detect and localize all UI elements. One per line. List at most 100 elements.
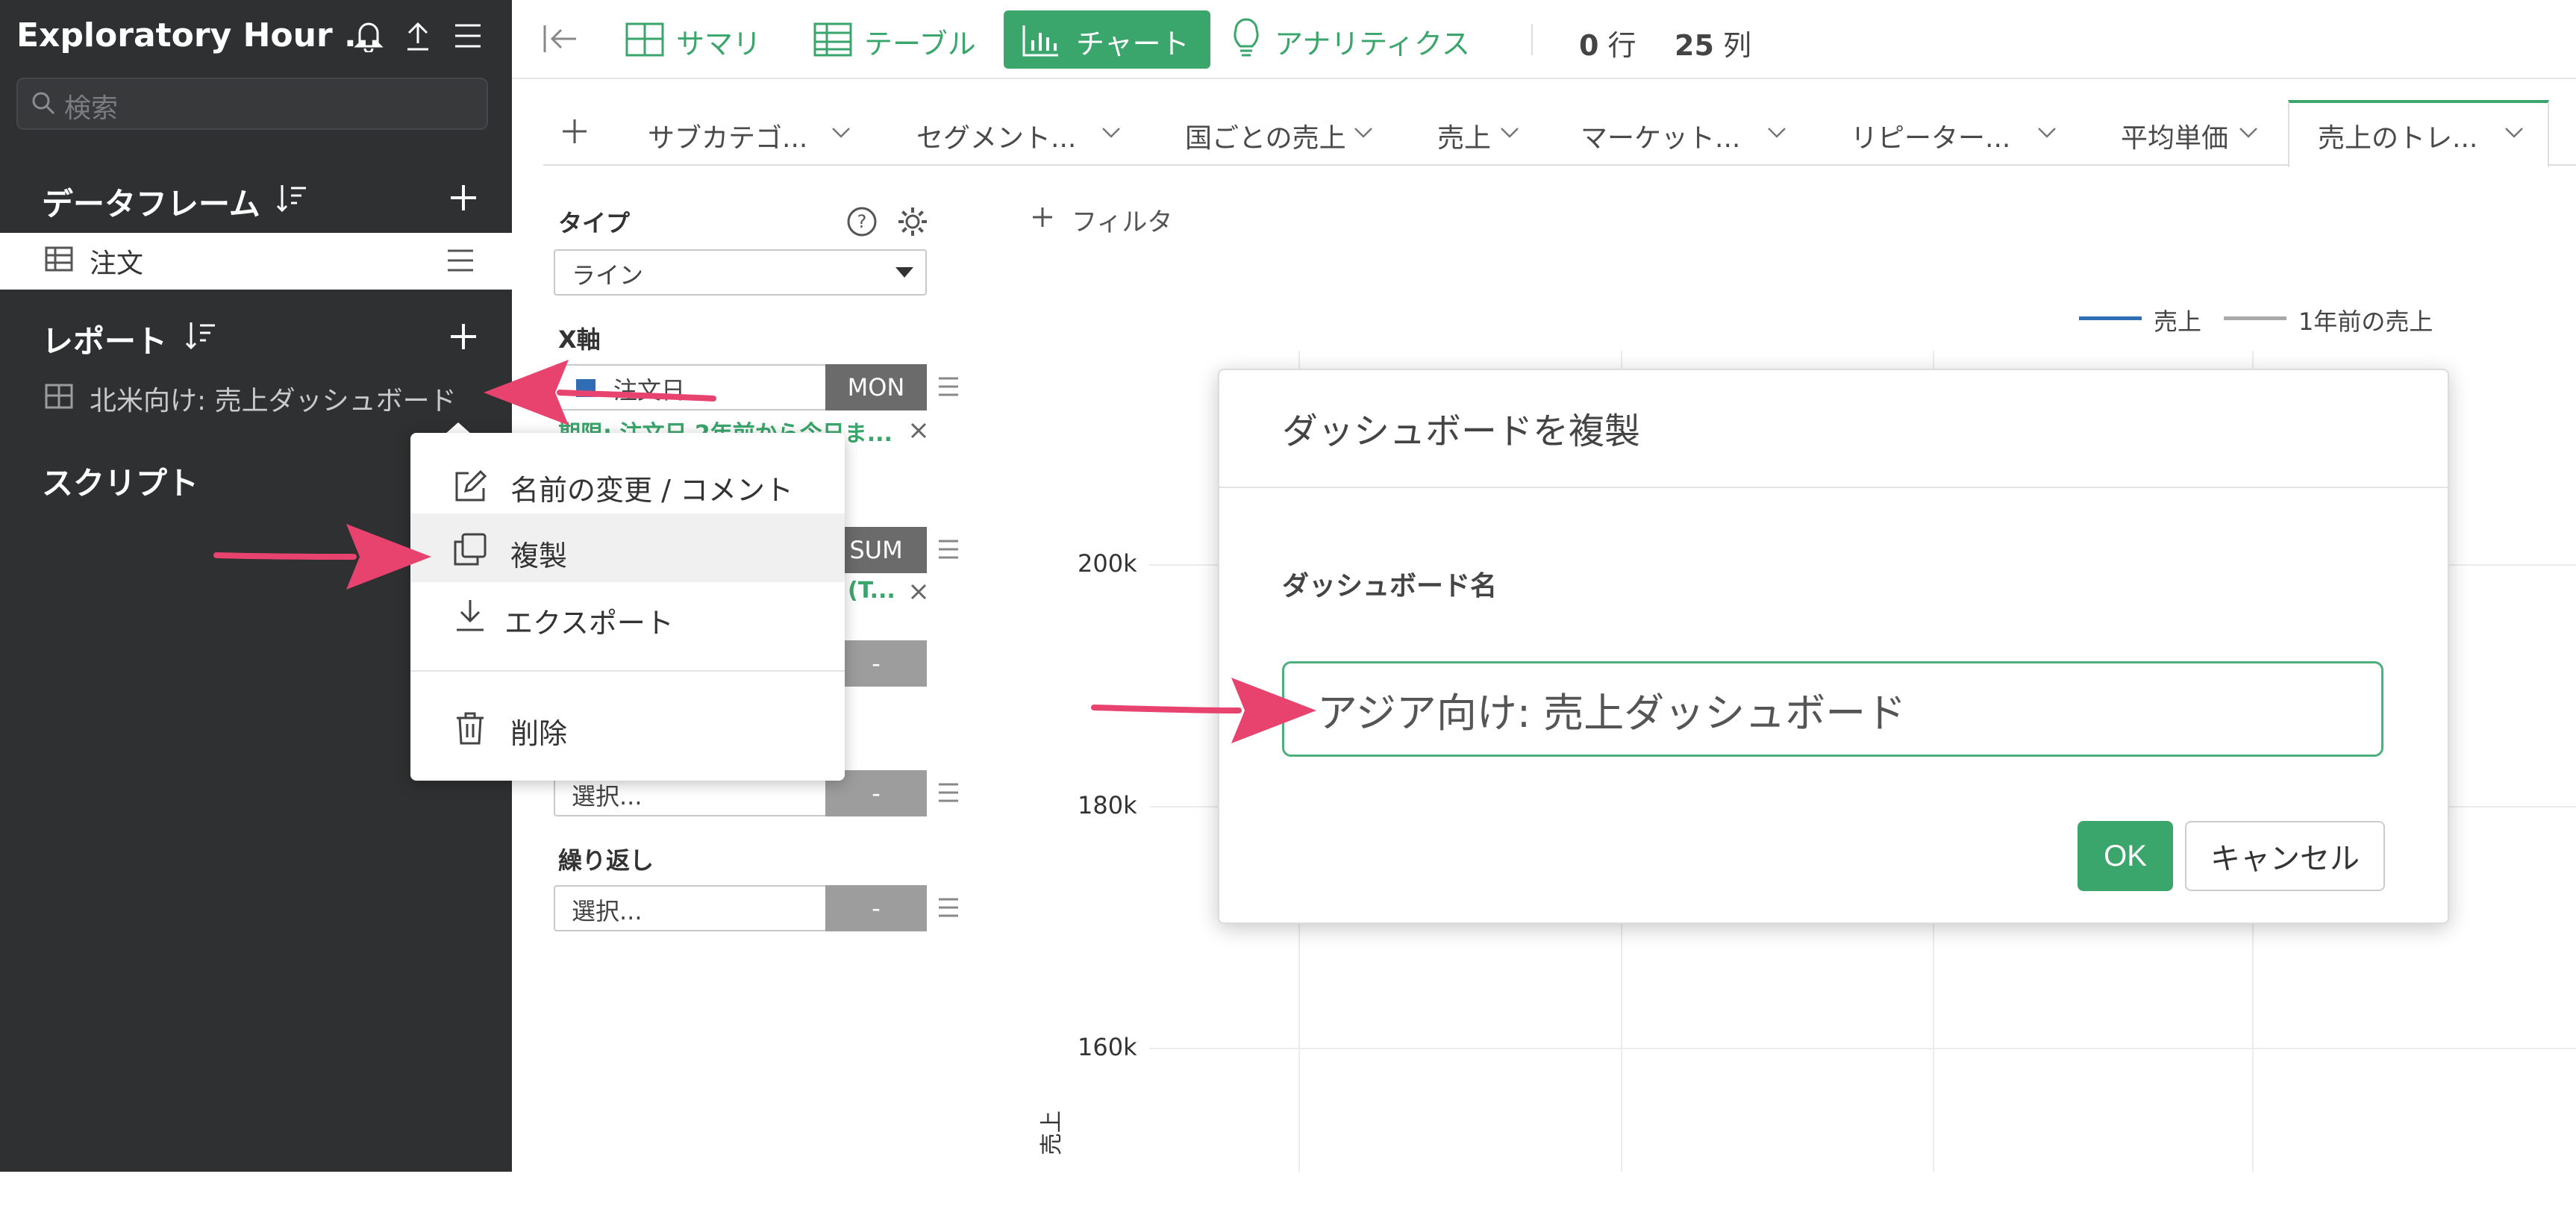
search-icon (30, 90, 57, 116)
arrow-annotation (478, 351, 716, 433)
row-count-unit: 行 (1607, 29, 1636, 62)
legend-label-prev-year: 1年前の売上 (2298, 307, 2433, 336)
drag-handle-icon[interactable] (937, 897, 960, 918)
type-label: タイプ (558, 209, 631, 237)
color-select-value: 選択... (572, 782, 643, 810)
dashboard-icon (45, 384, 73, 409)
table-icon (45, 246, 73, 272)
download-icon (452, 597, 488, 633)
app-title: Exploratory Hour ... (16, 16, 382, 54)
arrow-annotation (212, 515, 436, 597)
chart-icon (1022, 24, 1060, 57)
sort-icon[interactable] (184, 319, 218, 352)
chart-tab-avg-price[interactable]: 平均単価 (2121, 116, 2228, 155)
menu-divider (410, 670, 845, 672)
close-icon[interactable] (910, 422, 927, 439)
tab-table[interactable]: テーブル (864, 21, 976, 62)
context-menu: 名前の変更 / コメント 複製 エクスポート 削除 (410, 433, 845, 781)
tab-summary[interactable]: サマリ (676, 21, 761, 62)
chart-tab-subcategory[interactable]: サブカテゴ... (648, 116, 807, 155)
dialog-header-divider (1219, 487, 2448, 488)
grid-line (1149, 1048, 2576, 1049)
upload-icon[interactable] (403, 19, 433, 52)
chevron-down-icon[interactable] (831, 127, 851, 139)
bell-icon[interactable] (354, 19, 384, 52)
search-input[interactable]: 検索 (64, 87, 118, 125)
chart-tab-segment[interactable]: セグメント... (916, 116, 1076, 155)
edit-icon (452, 469, 488, 505)
close-icon[interactable] (910, 584, 927, 600)
column-count-value: 25 (1675, 29, 1714, 62)
script-section-title: スクリプト (42, 465, 199, 502)
y-tick-label: 200k (1078, 549, 1137, 578)
dataframe-item-label: 注文 (90, 249, 144, 279)
chevron-down-icon[interactable] (1767, 127, 1786, 139)
drag-handle-icon[interactable] (937, 539, 960, 560)
report-item-label: 北米向け: 売上ダッシュボード (90, 386, 457, 416)
dialog-title: ダッシュボードを複製 (1282, 410, 1641, 452)
chevron-down-icon[interactable] (2037, 127, 2057, 139)
chart-tab-country-sales[interactable]: 国ごとの売上 (1185, 116, 1346, 155)
arrow-annotation (1090, 669, 1321, 751)
row-count: 0 行 (1579, 22, 1636, 63)
collapse-sidebar-icon[interactable] (542, 22, 579, 55)
x-axis-unit-button[interactable]: MON (825, 364, 927, 410)
help-icon[interactable]: ? (846, 206, 878, 237)
chart-tab-sales-trend-label: 売上のトレ... (2318, 123, 2478, 154)
chart-type-value: ライン (572, 261, 644, 290)
legend-line-sales (2079, 316, 2142, 320)
chart-tab-sales[interactable]: 売上 (1437, 116, 1491, 155)
sort-icon[interactable] (275, 182, 309, 215)
y-axis-partial-text: (T... (848, 578, 895, 604)
menu-item-duplicate-label: 複製 (510, 540, 568, 572)
menu-item-export-label: エクスポート (504, 607, 674, 640)
hamburger-menu-icon[interactable] (454, 22, 482, 49)
y-tick-label: 180k (1078, 791, 1137, 819)
duplicate-icon (452, 531, 488, 567)
caret-down-icon (895, 267, 913, 278)
lightbulb-icon (1231, 18, 1261, 60)
add-chart-icon[interactable] (561, 118, 588, 145)
column-count: 25 列 (1675, 22, 1751, 63)
chevron-down-icon[interactable] (2239, 127, 2258, 139)
repeat-label: 繰り返し (558, 846, 654, 875)
legend-line-prev-year (2224, 316, 2286, 320)
tab-chart-label: チャート (1076, 28, 1189, 60)
column-count-unit: 列 (1722, 29, 1751, 62)
add-dataframe-icon[interactable] (448, 182, 479, 213)
chart-tab-repeater[interactable]: リピーター... (1851, 116, 2010, 155)
add-filter-icon[interactable] (1031, 206, 1054, 228)
chevron-down-icon[interactable] (2504, 127, 2524, 139)
dashboard-name-label: ダッシュボード名 (1282, 571, 1498, 602)
chevron-down-icon[interactable] (1101, 127, 1121, 139)
add-report-icon[interactable] (448, 321, 479, 352)
report-section-title: レポート (42, 323, 168, 360)
svg-text:?: ? (857, 211, 867, 232)
dataframe-item-menu-icon[interactable] (446, 248, 475, 273)
duplicate-dashboard-dialog: ダッシュボードを複製 ダッシュボード名 OK キャンセル (1218, 369, 2449, 924)
chevron-down-icon[interactable] (1500, 127, 1519, 139)
row-count-value: 0 (1579, 29, 1599, 62)
dataframe-item[interactable] (0, 233, 512, 290)
ok-button[interactable]: OK (2078, 821, 2173, 891)
cancel-button[interactable]: キャンセル (2185, 821, 2385, 891)
toolbar-divider (1531, 24, 1533, 55)
bottom-strip (0, 1172, 2576, 1215)
chevron-down-icon[interactable] (1354, 127, 1373, 139)
repeat-option-button[interactable]: - (825, 885, 927, 931)
y-axis-label: 売上 (1039, 1111, 1065, 1155)
legend-label-sales: 売上 (2154, 307, 2202, 336)
drag-handle-icon[interactable] (937, 782, 960, 803)
dataframe-section-title: データフレーム (42, 186, 260, 222)
filter-button[interactable]: フィルタ (1072, 202, 1172, 238)
dashboard-name-input[interactable] (1282, 661, 2383, 757)
gear-icon[interactable] (897, 206, 928, 237)
tab-analytics[interactable]: アナリティクス (1275, 21, 1470, 62)
menu-item-delete-label: 削除 (510, 717, 568, 750)
repeat-select-value: 選択... (572, 897, 643, 925)
chart-tabs-bar (543, 164, 2576, 166)
summary-icon (625, 22, 664, 57)
drag-handle-icon[interactable] (937, 376, 960, 397)
y-tick-label: 160k (1078, 1033, 1137, 1061)
chart-tab-market[interactable]: マーケット... (1581, 116, 1740, 155)
